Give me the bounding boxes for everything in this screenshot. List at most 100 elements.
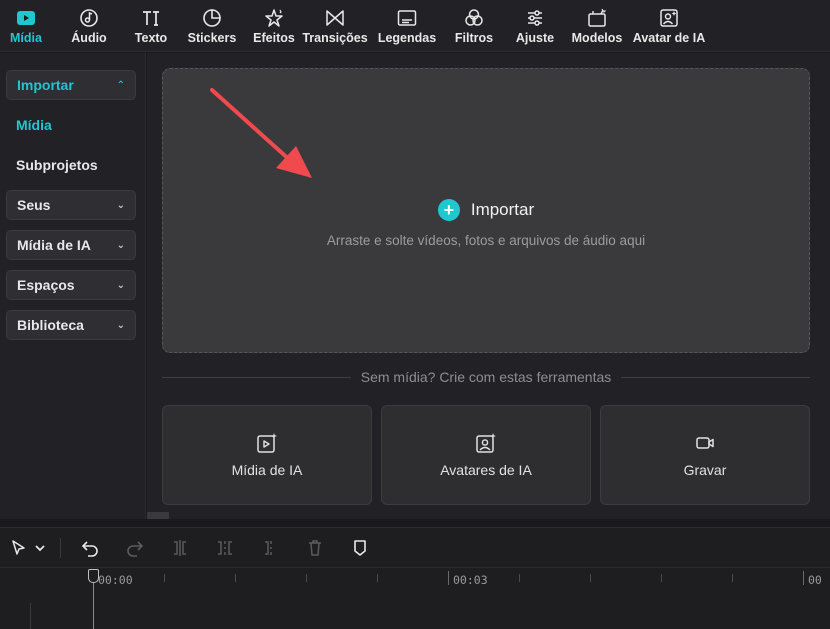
chevron-down-icon: ⌄: [116, 239, 125, 251]
tab-audio[interactable]: Áudio: [48, 0, 130, 52]
sidebar: Importar ⌃ Mídia Subprojetos Seus ⌄ Mídi…: [0, 53, 146, 519]
marker-icon: [354, 539, 366, 556]
tab-filters[interactable]: Filtros: [440, 0, 508, 52]
ai-media-icon: [257, 433, 277, 453]
split-right-button[interactable]: [255, 533, 285, 563]
horizontal-scrollbar[interactable]: [147, 512, 169, 519]
card-label: Gravar: [683, 462, 727, 478]
import-label: Importar: [470, 200, 535, 219]
delete-button[interactable]: [300, 533, 330, 563]
transition-icon: [326, 10, 344, 26]
tab-text[interactable]: Texto: [130, 0, 172, 52]
chevron-down-icon: ⌄: [116, 199, 125, 211]
ruler-tick: [732, 574, 733, 582]
tab-filters-label: Filtros: [454, 31, 494, 45]
card-label: Avatares de IA: [440, 462, 532, 478]
tab-captions-label: Legendas: [377, 31, 437, 45]
tab-media-label: Mídia: [10, 31, 42, 45]
sidebar-section-spaces[interactable]: Espaços ⌄: [6, 270, 136, 300]
sidebar-item-subprojects[interactable]: Subprojetos: [16, 150, 145, 180]
tab-text-label: Texto: [134, 31, 168, 45]
divider-line-left: [162, 376, 351, 378]
sidebar-section-ai-media[interactable]: Mídia de IA ⌄: [6, 230, 136, 260]
sliders-icon: [528, 10, 542, 26]
select-tool-button[interactable]: [8, 533, 30, 563]
text-icon: [143, 11, 159, 26]
playhead-handle[interactable]: [88, 569, 99, 583]
tab-audio-label: Áudio: [71, 31, 107, 45]
toolbar-separator: [60, 537, 61, 558]
undo-icon: [81, 540, 98, 557]
music-note-icon: [80, 9, 98, 27]
sidebar-section-label: Seus: [17, 197, 51, 213]
filters-icon: [465, 9, 483, 26]
ruler-tick: [235, 574, 236, 582]
ruler-tick: [377, 574, 378, 582]
undo-button[interactable]: [75, 533, 105, 563]
marker-button[interactable]: [345, 533, 375, 563]
tools-divider: Sem mídia? Crie com estas ferramentas: [162, 369, 810, 385]
sidebar-section-label: Biblioteca: [17, 317, 84, 333]
record-camera-icon: [696, 437, 714, 449]
tab-effects-label: Efeitos: [253, 31, 295, 45]
chevron-down-icon: ⌄: [116, 279, 125, 291]
tab-effects[interactable]: Efeitos: [252, 0, 296, 52]
tool-cards: Mídia de IA Avatares de IA Gravar: [162, 405, 810, 505]
split-left-icon: [218, 540, 232, 555]
timeline-ruler[interactable]: 00:00 00:03 00: [0, 569, 830, 629]
tab-captions[interactable]: Legendas: [374, 0, 440, 52]
ruler-tick: [590, 574, 591, 582]
ai-media-card[interactable]: Mídia de IA: [162, 405, 372, 505]
select-tool-dropdown[interactable]: [30, 533, 50, 563]
chevron-down-icon: [35, 544, 45, 551]
tab-adjust[interactable]: Ajuste: [508, 0, 562, 52]
sparkle-star-icon: [265, 9, 283, 27]
select-cursor-icon: [12, 539, 25, 555]
templates-icon: [588, 8, 607, 27]
chevron-up-icon: ⌃: [116, 79, 125, 91]
split-icon: [174, 539, 186, 556]
time-label: 00:00: [98, 573, 133, 587]
redo-button[interactable]: [120, 533, 150, 563]
captions-icon: [397, 10, 417, 26]
delete-icon: [309, 539, 321, 556]
drop-hint: Arraste e solte vídeos, fotos e arquivos…: [326, 233, 646, 248]
split-right-icon: [265, 540, 272, 555]
sidebar-section-label: Mídia de IA: [17, 237, 91, 253]
tab-stickers[interactable]: Stickers: [172, 0, 252, 52]
record-card[interactable]: Gravar: [600, 405, 810, 505]
time-label: 00:03: [453, 573, 488, 587]
track-guide: [30, 603, 31, 629]
ruler-tick: [164, 574, 165, 582]
card-label: Mídia de IA: [231, 462, 303, 478]
timeline-toolbar: [0, 528, 830, 568]
divider-text: Sem mídia? Crie com estas ferramentas: [360, 369, 612, 385]
tab-transitions-label: Transições: [302, 31, 368, 45]
split-left-button[interactable]: [210, 533, 240, 563]
import-button[interactable]: + Importar: [163, 199, 809, 221]
split-button[interactable]: [165, 533, 195, 563]
sidebar-import-toggle[interactable]: Importar ⌃: [6, 70, 136, 100]
timeline: 00:00 00:03 00: [0, 527, 830, 629]
tab-media[interactable]: Mídia: [4, 0, 48, 52]
tab-templates-label: Modelos: [571, 31, 623, 45]
sidebar-section-label: Espaços: [17, 277, 75, 293]
time-label: 00: [808, 573, 822, 587]
sidebar-section-yours[interactable]: Seus ⌄: [6, 190, 136, 220]
sidebar-item-media[interactable]: Mídia: [16, 110, 145, 140]
ruler-tick: [519, 574, 520, 582]
tab-ai-avatar-label: Avatar de IA: [632, 31, 706, 45]
top-toolbar: Mídia Áudio Texto Stickers Efeitos Trans…: [0, 0, 830, 52]
tab-ai-avatar[interactable]: Avatar de IA: [632, 0, 706, 52]
sidebar-section-library[interactable]: Biblioteca ⌄: [6, 310, 136, 340]
sticker-icon: [203, 9, 221, 27]
tab-transitions[interactable]: Transições: [296, 0, 374, 52]
ruler-tick: [306, 574, 307, 582]
ai-avatar-icon: [660, 9, 678, 27]
tab-templates[interactable]: Modelos: [562, 0, 632, 52]
play-square-icon: [17, 11, 35, 25]
ai-avatars-card[interactable]: Avatares de IA: [381, 405, 591, 505]
chevron-down-icon: ⌄: [116, 319, 125, 331]
ruler-tick: [448, 571, 449, 585]
import-dropzone[interactable]: + Importar Arraste e solte vídeos, fotos…: [162, 68, 810, 353]
